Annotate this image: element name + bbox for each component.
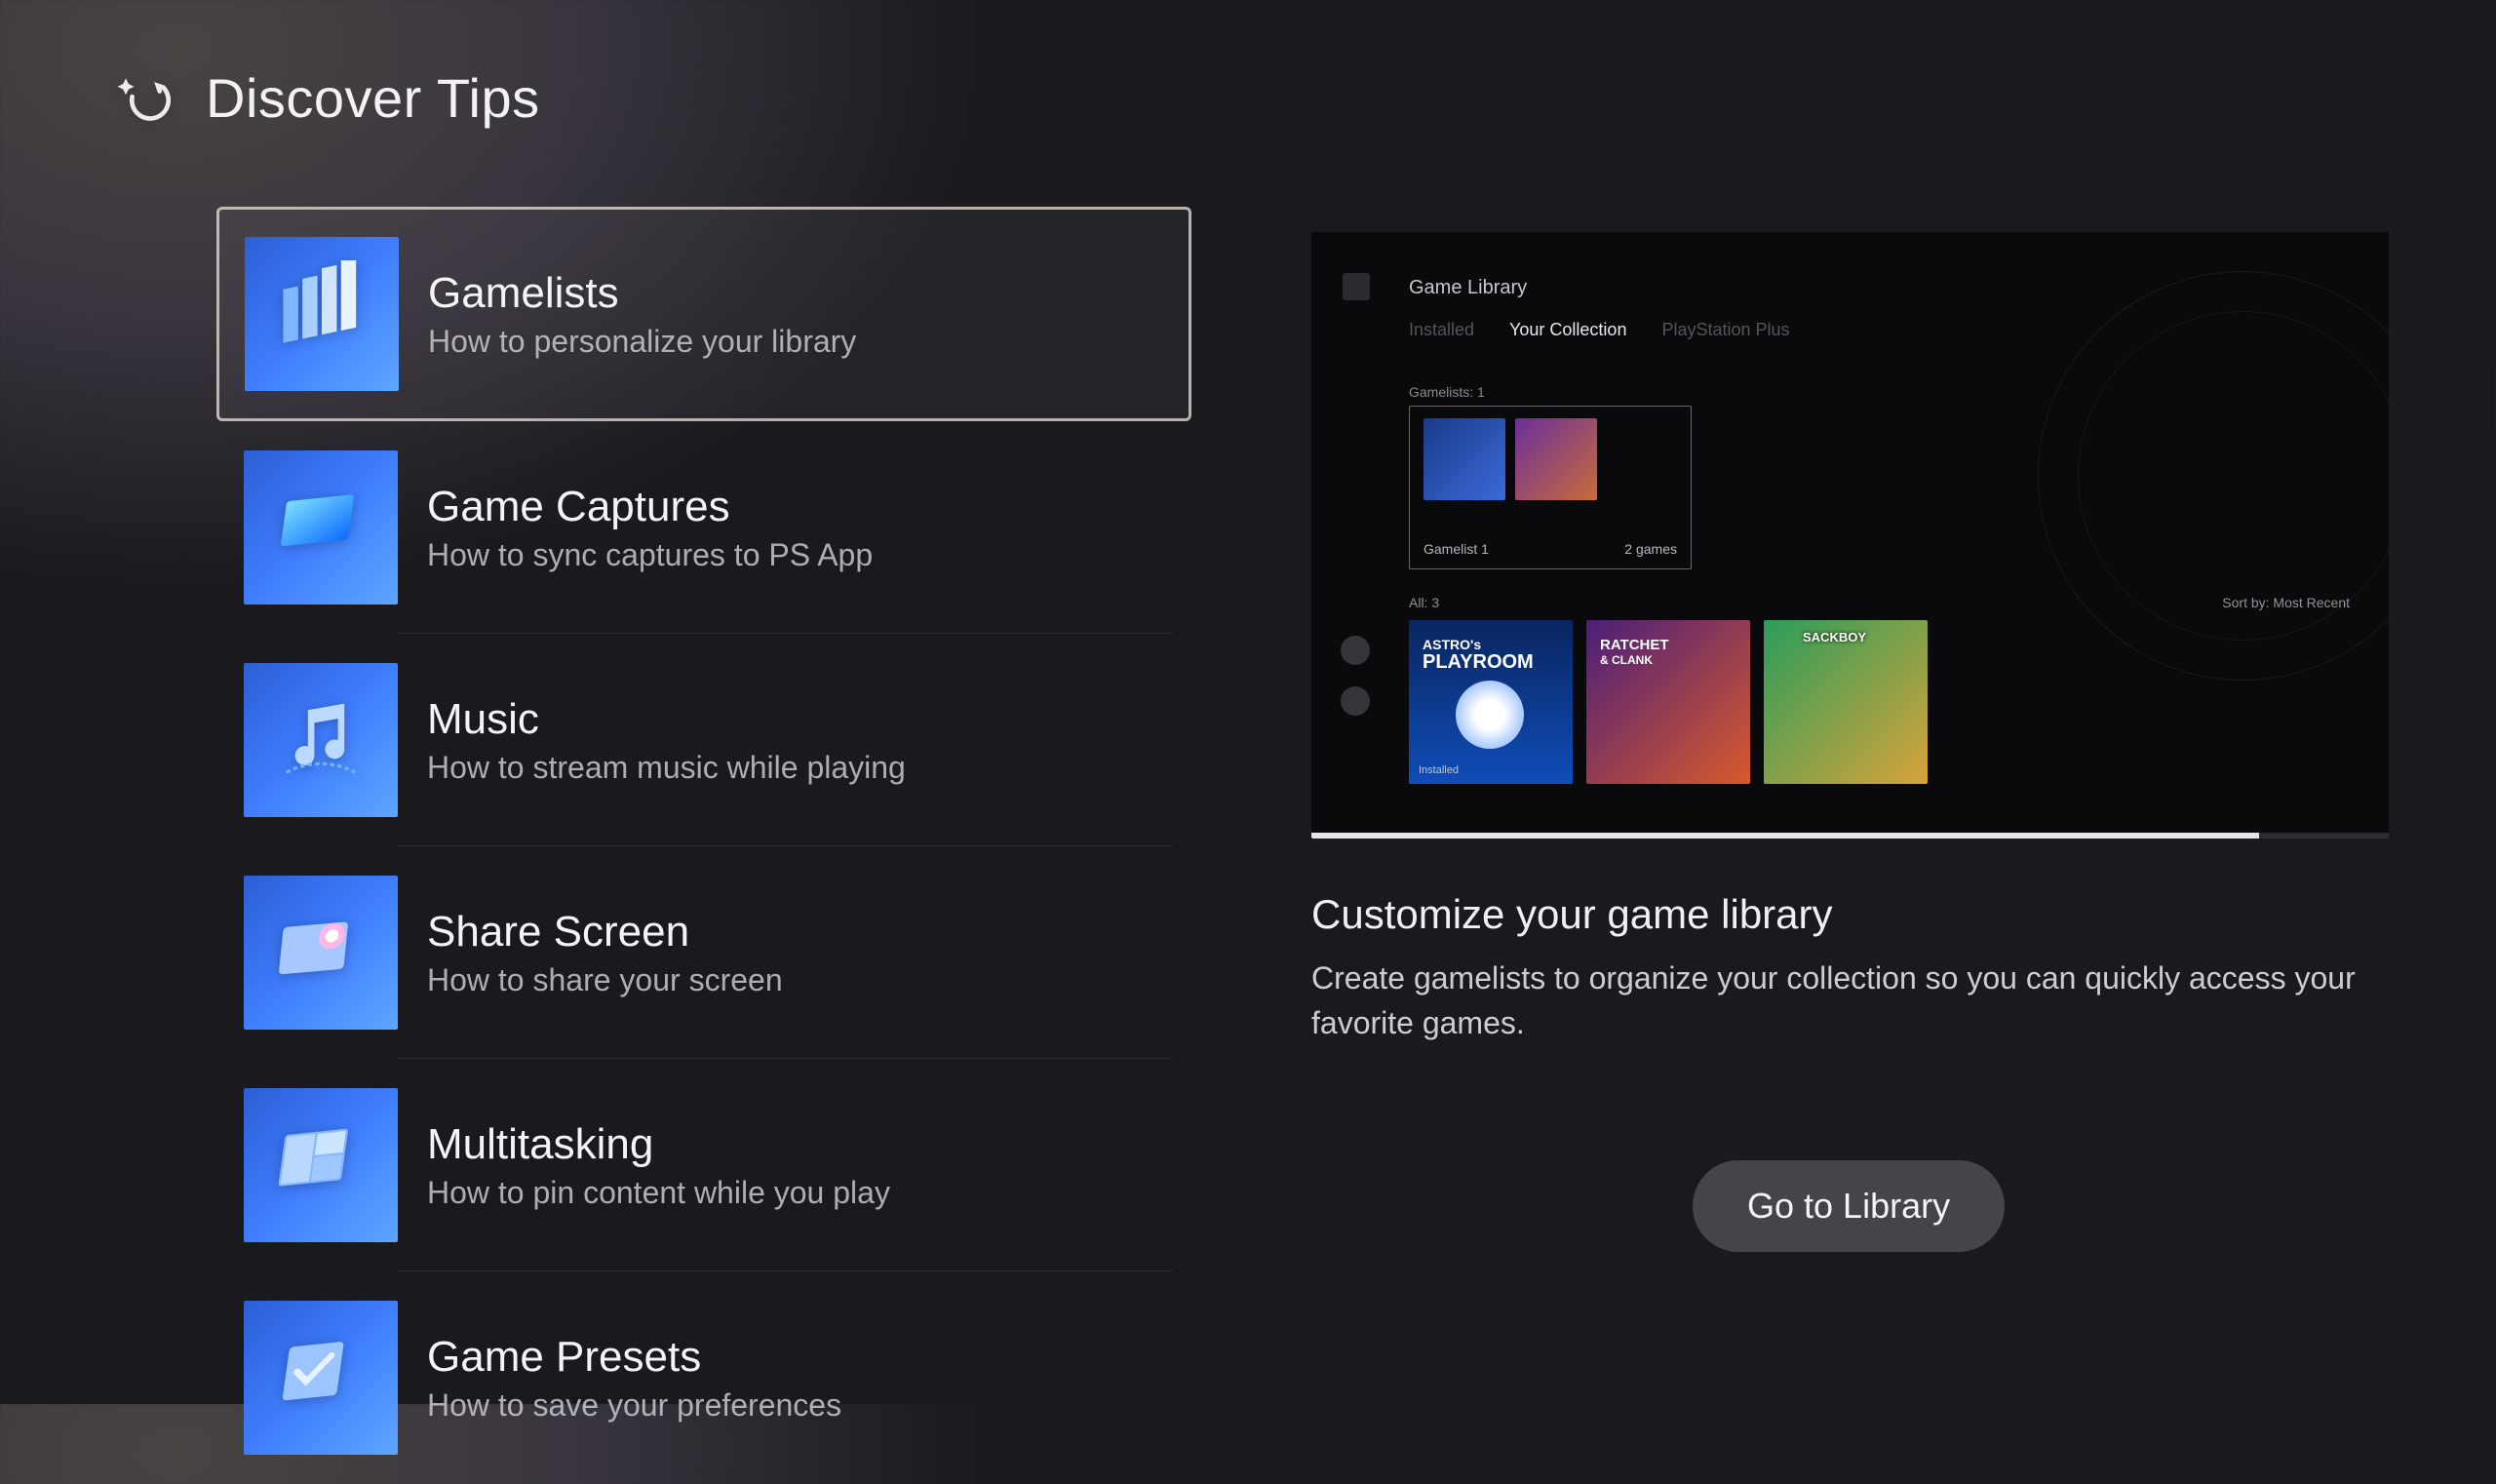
preview-all-label: All: 3 xyxy=(1409,595,1439,610)
preview-gamelists-label: Gamelists: 1 xyxy=(1409,384,1485,400)
background-art xyxy=(1980,232,2389,738)
preview-game-tile: ASTRO'sPLAYROOM Installed xyxy=(1409,620,1573,784)
share-screen-icon xyxy=(244,876,398,1030)
preview-gamelist-name: Gamelist 1 xyxy=(1424,541,1489,557)
preview-gamelist-thumb xyxy=(1424,418,1505,500)
preview-tabs: Installed Your Collection PlayStation Pl… xyxy=(1409,320,1790,340)
preview-progress-track xyxy=(1311,833,2389,839)
preview-screenshot: Game Library Installed Your Collection P… xyxy=(1311,232,2389,839)
tip-subtitle: How to stream music while playing xyxy=(427,750,906,786)
tip-item-game-captures[interactable]: Game Captures How to sync captures to PS… xyxy=(216,421,1191,634)
tip-subtitle: How to share your screen xyxy=(427,962,783,998)
discover-tips-icon xyxy=(112,69,171,128)
preview-game-tile: RATCHET& CLANK xyxy=(1586,620,1750,784)
tip-title: Game Presets xyxy=(427,1333,841,1382)
tip-title: Game Captures xyxy=(427,483,873,531)
tip-item-share-screen[interactable]: Share Screen How to share your screen xyxy=(216,846,1191,1059)
tip-subtitle: How to sync captures to PS App xyxy=(427,537,873,573)
tip-item-music[interactable]: Music How to stream music while playing xyxy=(216,634,1191,846)
multitasking-icon xyxy=(244,1088,398,1242)
music-icon xyxy=(244,663,398,817)
preview-sort-icon xyxy=(1341,636,1370,665)
tip-title: Gamelists xyxy=(428,269,856,318)
tip-item-game-presets[interactable]: Game Presets How to save your preference… xyxy=(216,1271,1191,1484)
tip-detail: Game Library Installed Your Collection P… xyxy=(1311,232,2389,1046)
tip-title: Music xyxy=(427,695,906,744)
tip-item-gamelists[interactable]: Gamelists How to personalize your librar… xyxy=(216,207,1191,421)
tip-title: Multitasking xyxy=(427,1120,890,1169)
tip-subtitle: How to save your preferences xyxy=(427,1387,841,1424)
preview-filter-icon xyxy=(1341,686,1370,716)
game-captures-icon xyxy=(244,450,398,605)
preview-tab-ps-plus: PlayStation Plus xyxy=(1661,320,1789,340)
preview-tab-installed: Installed xyxy=(1409,320,1474,340)
library-grid-icon xyxy=(1343,273,1370,300)
preview-progress-fill xyxy=(1311,833,2259,839)
preview-gamelist-count: 2 games xyxy=(1624,541,1677,557)
tips-list: Gamelists How to personalize your librar… xyxy=(216,207,1191,1484)
gamelists-icon xyxy=(245,237,399,391)
tip-title: Share Screen xyxy=(427,908,783,957)
detail-body: Create gamelists to organize your collec… xyxy=(1311,956,2374,1046)
preview-app-title: Game Library xyxy=(1409,277,1527,299)
page-title: Discover Tips xyxy=(206,66,540,130)
tip-item-multitasking[interactable]: Multitasking How to pin content while yo… xyxy=(216,1059,1191,1271)
preview-game-tile: SACKBOY xyxy=(1764,620,1928,784)
preview-gamelist-thumb xyxy=(1515,418,1597,500)
tip-subtitle: How to pin content while you play xyxy=(427,1175,890,1211)
preview-installed-badge: Installed xyxy=(1419,764,1459,776)
game-presets-icon xyxy=(244,1301,398,1455)
preview-gamelist-card: Gamelist 1 2 games xyxy=(1409,406,1692,569)
preview-sort-label: Sort by: Most Recent xyxy=(2222,595,2350,610)
page-header: Discover Tips xyxy=(112,66,540,130)
go-to-library-button[interactable]: Go to Library xyxy=(1693,1160,2005,1252)
preview-game-row: ASTRO'sPLAYROOM Installed RATCHET& CLANK… xyxy=(1409,620,1928,784)
tip-subtitle: How to personalize your library xyxy=(428,324,856,360)
detail-heading: Customize your game library xyxy=(1311,891,2389,938)
preview-tab-your-collection: Your Collection xyxy=(1509,320,1626,340)
